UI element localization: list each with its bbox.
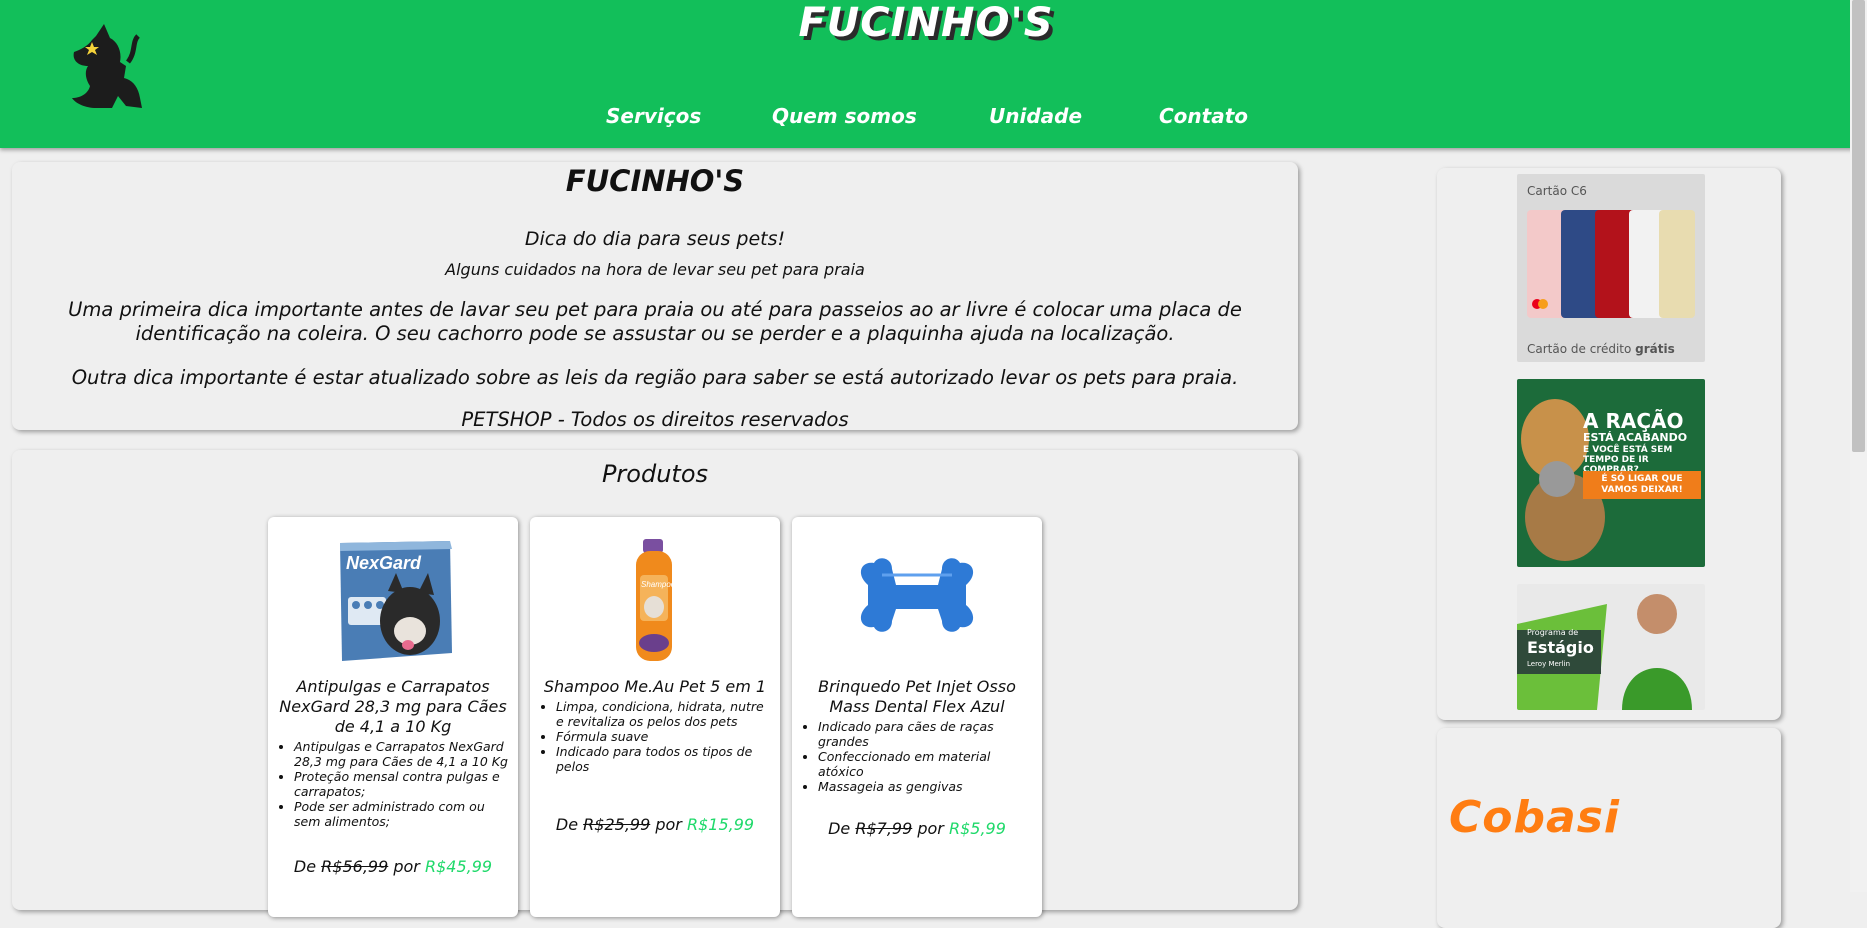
new-price: R$15,99 bbox=[686, 815, 755, 834]
product-feature: Antipulgas e Carrapatos NexGard 28,3 mg … bbox=[294, 739, 509, 769]
ads-sidebar: Cartão C6 Cartão de crédito grátis A RAÇ… bbox=[1437, 168, 1781, 720]
new-price: R$5,99 bbox=[948, 819, 1006, 838]
bone-toy-product-image bbox=[860, 558, 974, 632]
c6-caption-prefix: Cartão de crédito bbox=[1527, 342, 1632, 356]
product-name: Antipulgas e Carrapatos NexGard 28,3 mg … bbox=[279, 677, 507, 736]
product-price: De R$25,99 por R$15,99 bbox=[530, 815, 780, 834]
product-name: Brinquedo Pet Injet Osso Mass Dental Fle… bbox=[818, 677, 1016, 716]
tip-lead: Alguns cuidados na hora de levar seu pet… bbox=[445, 260, 865, 279]
page-scrollbar[interactable] bbox=[1850, 0, 1867, 892]
product-name: Shampoo Me.Au Pet 5 em 1 bbox=[543, 677, 767, 696]
price-joiner: por bbox=[917, 819, 944, 838]
products-title: Produtos bbox=[601, 460, 709, 488]
site-title: FUCINHO'S bbox=[798, 0, 1054, 46]
racao-line-2: ESTÁ ACABANDO bbox=[1583, 431, 1688, 444]
price-joiner: por bbox=[655, 815, 682, 834]
product-feature: Confeccionado em material atóxico bbox=[818, 749, 1033, 779]
c6-caption-bold: grátis bbox=[1635, 342, 1675, 356]
price-prefix: De bbox=[293, 857, 317, 876]
product-card-nexgard[interactable]: NexGard Antipulgas e Carrapatos NexGard … bbox=[268, 517, 518, 917]
product-feature: Limpa, condiciona, hidrata, nutre e revi… bbox=[556, 699, 771, 729]
shampoo-product-image: Shampoo bbox=[636, 539, 676, 661]
product-features: Antipulgas e Carrapatos NexGard 28,3 mg … bbox=[268, 739, 509, 829]
product-features: Limpa, condiciona, hidrata, nutre e revi… bbox=[530, 699, 771, 774]
product-feature: Indicado para cães de raças grandes bbox=[818, 719, 1033, 749]
shampoo-label: Shampoo bbox=[641, 580, 676, 589]
estagio-ad[interactable]: Programa de Estágio Leroy Merlin bbox=[1517, 584, 1705, 710]
product-price: De R$7,99 por R$5,99 bbox=[792, 819, 1042, 838]
main-nav: Serviços Quem somos Unidade Contato bbox=[0, 104, 1867, 134]
tip-title: FUCINHO'S bbox=[565, 164, 745, 198]
racao-delivery-ad[interactable]: A RAÇÃO ESTÁ ACABANDO E VOCÊ ESTÁ SEM TE… bbox=[1517, 379, 1705, 567]
old-price: R$56,99 bbox=[321, 857, 389, 876]
tip-footer: PETSHOP - Todos os direitos reservados bbox=[461, 408, 849, 431]
price-joiner: por bbox=[393, 857, 420, 876]
product-price: De R$56,99 por R$45,99 bbox=[268, 857, 518, 876]
nexgard-product-image: NexGard bbox=[340, 541, 452, 661]
cobasi-ad[interactable]: Cobasi bbox=[1437, 728, 1781, 928]
old-price: R$25,99 bbox=[583, 815, 651, 834]
nexgard-label: NexGard bbox=[346, 553, 422, 573]
c6-card-ad[interactable]: Cartão C6 Cartão de crédito grátis bbox=[1517, 174, 1705, 362]
nav-contato[interactable]: Contato bbox=[1159, 104, 1248, 128]
nav-servicos[interactable]: Serviços bbox=[606, 104, 701, 128]
c6-cards-illustration bbox=[1527, 210, 1695, 318]
estagio-big: Estágio bbox=[1527, 638, 1594, 657]
cobasi-logo: Cobasi bbox=[1449, 792, 1620, 843]
scrollbar-thumb[interactable] bbox=[1852, 0, 1865, 452]
tip-paragraph-1: Uma primeira dica importante antes de la… bbox=[68, 298, 1242, 345]
product-feature: Pode ser administrado com ou sem aliment… bbox=[294, 799, 509, 829]
product-feature: Massageia as gengivas bbox=[818, 779, 1033, 794]
old-price: R$7,99 bbox=[855, 819, 913, 838]
c6-caption: Cartão de crédito grátis bbox=[1527, 342, 1675, 356]
site-header: FUCINHO'S Serviços Quem somos Unidade Co… bbox=[0, 0, 1867, 148]
new-price: R$45,99 bbox=[424, 857, 493, 876]
products-section: Produtos NexGard Antipulgas e Carrapatos… bbox=[12, 450, 1298, 917]
product-feature: Proteção mensal contra pulgas e carrapat… bbox=[294, 769, 509, 799]
product-card-shampoo[interactable]: Shampoo Shampoo Me.Au Pet 5 em 1 Limpa, … bbox=[530, 517, 780, 917]
tip-subtitle: Dica do dia para seus pets! bbox=[524, 228, 786, 250]
product-card-bone-toy[interactable]: Brinquedo Pet Injet Osso Mass Dental Fle… bbox=[792, 517, 1042, 917]
racao-headline: A RAÇÃO bbox=[1583, 409, 1684, 433]
price-prefix: De bbox=[555, 815, 579, 834]
c6-brand: Cartão C6 bbox=[1527, 184, 1587, 198]
racao-cta: É SÓ LIGAR QUE VAMOS DEIXAR! bbox=[1583, 471, 1701, 499]
product-features: Indicado para cães de raças grandes Conf… bbox=[792, 719, 1033, 794]
nav-quem-somos[interactable]: Quem somos bbox=[772, 104, 917, 128]
product-feature: Indicado para todos os tipos de pelos bbox=[556, 744, 771, 774]
estagio-brand: Leroy Merlin bbox=[1527, 660, 1571, 668]
product-feature: Fórmula suave bbox=[556, 729, 771, 744]
nav-unidade[interactable]: Unidade bbox=[989, 104, 1082, 128]
tip-paragraph-2: Outra dica importante é estar atualizado… bbox=[71, 366, 1239, 389]
estagio-small: Programa de bbox=[1527, 628, 1579, 637]
price-prefix: De bbox=[828, 819, 851, 838]
tip-card: FUCINHO'S Dica do dia para seus pets! Al… bbox=[12, 162, 1298, 431]
